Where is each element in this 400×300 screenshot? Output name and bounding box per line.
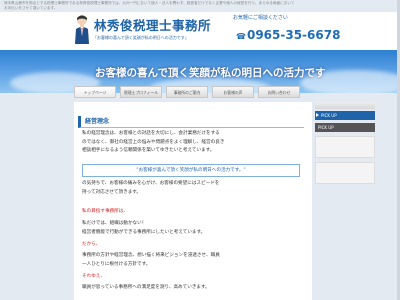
- main-content: 経営理念 私の経営理念は、お客様との対話を大切にし、会計業務だけをする のではな…: [74, 102, 312, 300]
- paragraph-philosophy: 私の経営理念は、お客様との対話を大切にし、会計業務だけをする のではなく、御社の…: [82, 130, 304, 156]
- phone-icon: ☎: [236, 32, 246, 41]
- phone-text: 0965-35-6678: [246, 28, 341, 42]
- sidebar-link-label: PICK UP: [321, 113, 337, 118]
- text-line: 一人ひとりに根付ける方針です。: [82, 261, 151, 267]
- text-line: のではなく、御社の経営上の悩みや問題点をよく理解し、経営の良き: [82, 139, 225, 145]
- sidebar-link[interactable]: PICK UP: [315, 111, 375, 120]
- text-line: 職員が思っている事務所への満足度を測り、高めていきます。: [82, 285, 210, 290]
- page: 熊本県山鹿市を拠点とする税理士事務所である林秀俊税理士事務所では、九州一円におい…: [0, 0, 400, 300]
- text-line: の気持ちで、お客様の痛みを心がけ、お客様の要望にはスピードを: [82, 181, 220, 186]
- paragraph-goal: 私だけでは、組織は動かない！ 経営者俄能で行動ができる事務所にしたいと考えていま…: [82, 220, 304, 237]
- text-line: 持って対応させて頂きます。: [82, 189, 142, 195]
- nav-item-office[interactable]: 事務所のご案内: [166, 86, 208, 98]
- section-heading: 経営理念: [78, 116, 304, 128]
- top-intro-text: 熊本県山鹿市を拠点とする税理士事務所である林秀俊税理士事務所では、九州一円におい…: [4, 1, 295, 10]
- site-header: 林秀俊税理士事務所 「お客様の喜んで頂く笑顔が私の明日への活力です」 お気軽にご…: [0, 12, 400, 50]
- contact-label: お気軽にご相談ください: [233, 15, 288, 21]
- paragraph-satisfaction: 職員が思っている事務所への満足度を測り、高めていきます。: [82, 284, 304, 293]
- pickup-heading: PICK UP: [315, 123, 375, 132]
- pickup-item[interactable]: [315, 162, 375, 184]
- text-line: 私の経営理念は、お客様との対話を大切にし、会計業務だけをする: [82, 131, 220, 136]
- phone-number[interactable]: ☎0965-35-6678: [236, 28, 340, 42]
- highlight-text: それゆえ、: [82, 274, 105, 279]
- sidebar: PICK UP PICK UP: [315, 102, 375, 300]
- text-line: 事務所の方針や経営理念、想い描く将来ビジョンを浸透させ、職員: [82, 253, 220, 258]
- main-nav: トップページ 税理士プロフィール 事務所のご案内 お客様の声 お問い合わせ: [74, 86, 300, 98]
- highlight-text: だから、: [82, 242, 101, 247]
- person-logo-icon: [75, 15, 89, 44]
- nav-item-contact[interactable]: お問い合わせ: [258, 86, 300, 98]
- text-line: 私だけでは、組織は動かない！: [82, 221, 147, 226]
- site-title[interactable]: 林秀俊税理士事務所: [94, 15, 211, 34]
- nav-item-top[interactable]: トップページ: [74, 86, 116, 98]
- paragraph-policy: 事務所の方針や経営理念、想い描く将来ビジョンを浸透させ、職員 一人ひとりに根付け…: [82, 252, 304, 269]
- arrow-right-icon: [316, 113, 319, 117]
- sidebar-header-bar: [315, 102, 375, 109]
- nav-item-voice[interactable]: お客様の声: [212, 86, 254, 98]
- paragraph-attitude: の気持ちで、お客様の痛みを心がけ、お客様の要望にはスピードを 持って対応させて頂…: [82, 180, 304, 197]
- pickup-item[interactable]: [315, 136, 375, 158]
- hero-catchphrase: お客様の喜んで頂く笑顔が私の明日への活力です: [95, 67, 326, 79]
- text-line: 経営者俄能で行動ができる事務所にしたいと考えています。: [82, 229, 206, 235]
- nav-item-profile[interactable]: 税理士プロフィール: [120, 86, 162, 98]
- text-line: 相談相手になるよう信頼関係を築いてゆきたいと考えています。: [82, 148, 215, 153]
- site-subtitle: 「お客様の喜んで頂く笑顔が私の明日への活力です」: [93, 35, 189, 40]
- motto-quote-box: "お客様が喜んで頂く笑顔が私の明日への活力です。": [82, 164, 300, 177]
- highlight-text: 私の目指す事務所は、: [82, 209, 128, 214]
